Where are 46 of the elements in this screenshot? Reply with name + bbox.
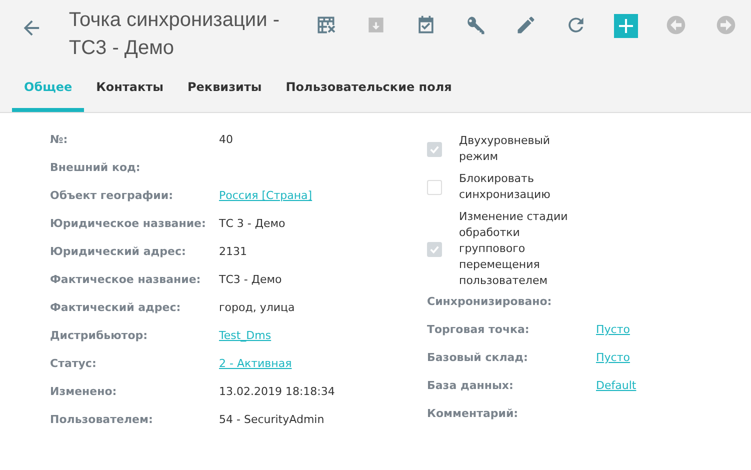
pencil-icon[interactable] <box>515 14 537 36</box>
field-label: №: <box>50 133 69 146</box>
tab[interactable]: Реквизиты <box>175 68 274 112</box>
field-value: ТС 3 - Демо <box>219 217 286 230</box>
tab[interactable]: Пользовательские поля <box>274 68 464 112</box>
checkmark-icon <box>429 244 440 254</box>
field-label: Пользователем: <box>50 413 154 426</box>
add-icon[interactable] <box>614 14 638 38</box>
checkbox[interactable] <box>427 180 442 194</box>
field-link[interactable]: Test_Dms <box>219 329 272 342</box>
field-label: Внешний код: <box>50 161 142 174</box>
field-link[interactable]: Default <box>596 379 636 392</box>
field-value: ТС3 - Демо <box>219 273 282 286</box>
key-icon[interactable] <box>465 14 487 36</box>
field-label: Статус: <box>50 357 98 370</box>
checkbox-label: Изменение стадии обработки группового перемещения пользователем <box>459 209 569 289</box>
field-label: Фактический адрес: <box>50 301 182 314</box>
field-label: База данных: <box>427 379 514 392</box>
checkbox[interactable] <box>427 242 442 256</box>
tab[interactable]: Контакты <box>84 68 176 112</box>
field-label: Торговая точка: <box>427 323 530 336</box>
field-label: Синхронизировано: <box>427 295 553 308</box>
checkbox-label: Блокировать синхронизацию <box>459 171 552 203</box>
field-value: 54 - SecurityAdmin <box>219 413 324 426</box>
field-link[interactable]: Россия [Страна] <box>219 189 312 202</box>
checkbox-label: Двухуровневый режим <box>459 133 552 165</box>
field-value: 13.02.2019 18:18:34 <box>219 385 335 398</box>
field-label: Объект географии: <box>50 189 174 202</box>
field-value: 2131 <box>219 245 247 258</box>
field-label: Фактическое название: <box>50 273 202 286</box>
field-label: Комментарий: <box>427 407 520 420</box>
field-label: Изменено: <box>50 385 118 398</box>
field-label: Базовый склад: <box>427 351 529 364</box>
table-remove-icon[interactable] <box>315 14 337 36</box>
field-link[interactable]: 2 - Активная <box>219 357 292 370</box>
page-title: Точка синхронизации - ТС3 - Демо <box>68 8 280 61</box>
checkmark-icon <box>429 144 440 154</box>
checkbox[interactable] <box>427 142 442 156</box>
field-value: город, улица <box>219 301 295 314</box>
tab[interactable]: Общее <box>12 68 84 112</box>
field-link[interactable]: Пусто <box>596 323 630 336</box>
field-value: 40 <box>219 133 233 146</box>
field-link[interactable]: Пусто <box>596 351 630 364</box>
field-label: Дистрибьютор: <box>50 329 149 342</box>
field-label: Юридическое название: <box>50 217 207 230</box>
field-label: Юридический адрес: <box>50 245 187 258</box>
